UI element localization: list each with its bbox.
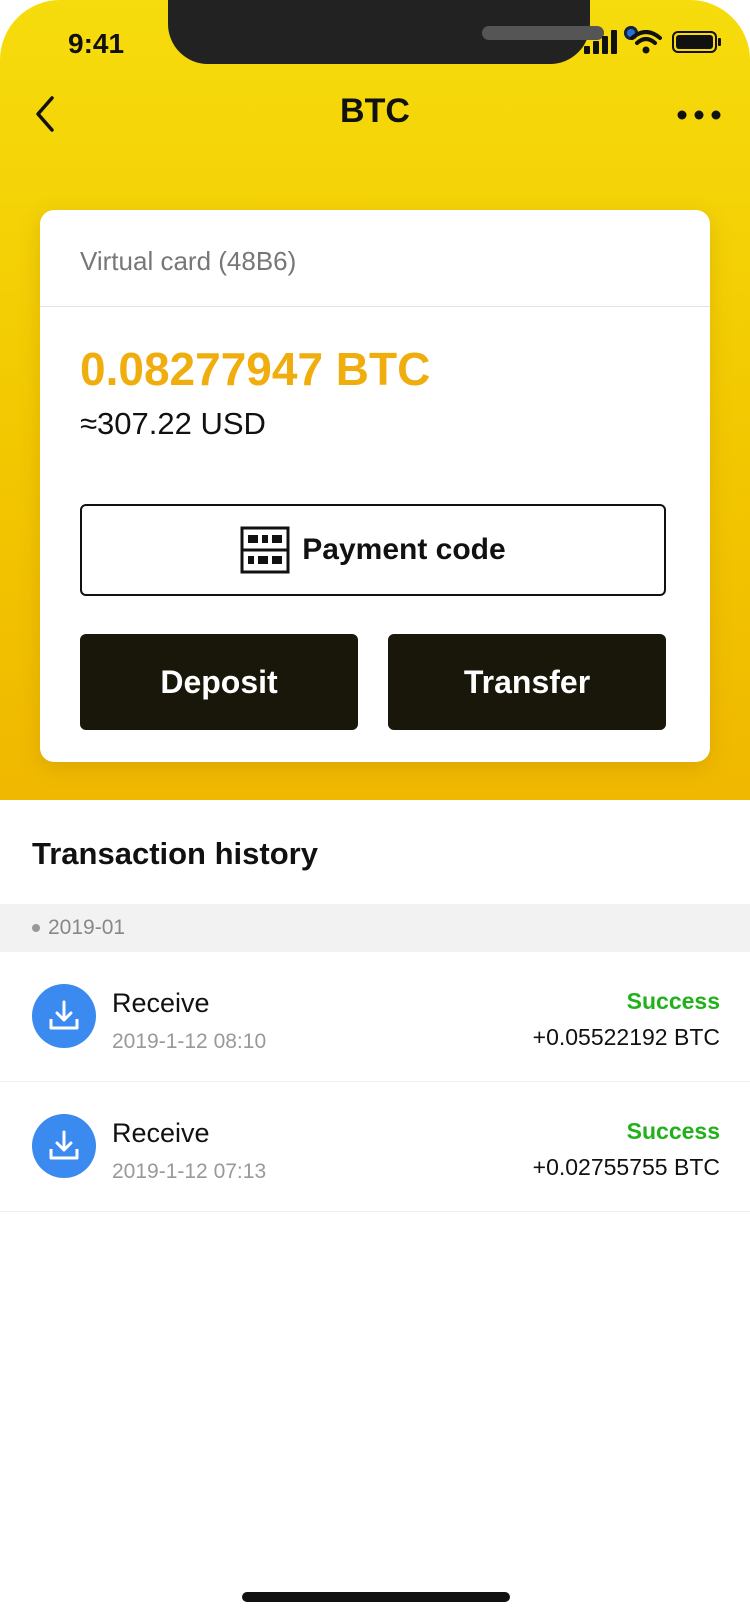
page-title: BTC	[340, 92, 410, 130]
status-time: 9:41	[68, 28, 125, 59]
usd-balance: ≈307.22 USD	[80, 406, 266, 441]
device-notch	[168, 0, 638, 64]
payment-code-label: Payment code	[302, 533, 506, 566]
card-divider	[40, 306, 710, 307]
transaction-type: Receive	[112, 1118, 210, 1148]
bullet-icon	[32, 924, 40, 932]
payment-code-icon	[240, 526, 290, 574]
transaction-status: Success	[626, 988, 720, 1014]
status-icons	[584, 30, 722, 54]
transaction-history-title: Transaction history	[32, 836, 318, 871]
deposit-button[interactable]: Deposit	[80, 634, 358, 730]
transaction-row[interactable]: Receive 2019-1-12 07:13 Success +0.02755…	[0, 1082, 750, 1212]
signal-icon	[584, 30, 617, 54]
transaction-date: 2019-1-12 08:10	[112, 1030, 267, 1053]
transaction-type: Receive	[112, 988, 210, 1018]
month-header: 2019-01	[0, 904, 750, 952]
payment-code-button[interactable]: Payment code	[80, 504, 666, 596]
wallet-card: Virtual card (48B6) 0.08277947 BTC ≈307.…	[40, 210, 710, 762]
more-options-icon[interactable]	[676, 98, 722, 132]
transaction-amount: +0.05522192 BTC	[532, 1024, 720, 1050]
transaction-row[interactable]: Receive 2019-1-12 08:10 Success +0.05522…	[0, 952, 750, 1082]
battery-icon	[672, 31, 721, 53]
receive-download-icon	[32, 1114, 96, 1178]
transaction-date: 2019-1-12 07:13	[112, 1160, 267, 1183]
transfer-button[interactable]: Transfer	[388, 634, 666, 730]
btc-balance: 0.08277947 BTC	[80, 343, 431, 395]
receive-download-icon	[32, 984, 96, 1048]
month-label: 2019-01	[48, 916, 126, 939]
wifi-icon	[630, 30, 662, 54]
home-indicator[interactable]	[242, 1592, 510, 1602]
transaction-status: Success	[626, 1118, 720, 1144]
card-title: Virtual card (48B6)	[80, 246, 297, 276]
transaction-amount: +0.02755755 BTC	[532, 1154, 720, 1180]
